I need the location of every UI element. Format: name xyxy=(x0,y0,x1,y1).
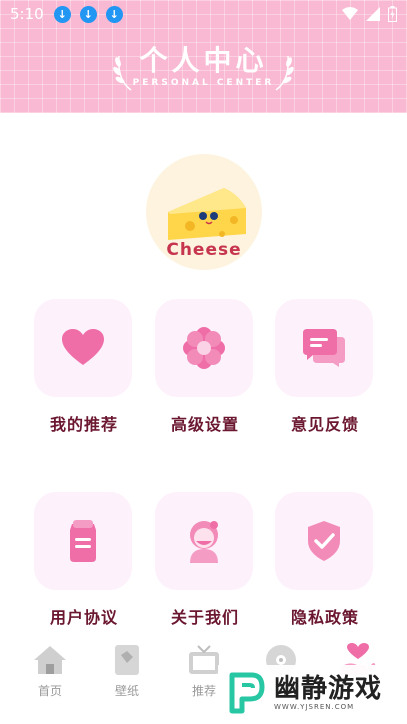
nav-label: 壁纸 xyxy=(114,684,139,698)
menu-item-label: 关于我们 xyxy=(170,608,239,627)
avatar[interactable]: Cheese xyxy=(146,154,262,270)
watermark-url: WWW.YJSREN.COM xyxy=(274,703,355,711)
download-icon: ↓ xyxy=(53,5,71,23)
menu-card[interactable] xyxy=(155,299,253,397)
signal-icon xyxy=(342,7,358,20)
shield-check-icon xyxy=(308,521,340,561)
menu-card[interactable] xyxy=(275,299,373,397)
menu-item-privacy-policy[interactable]: 隐私政策 xyxy=(275,492,375,628)
wallpaper-icon xyxy=(115,645,139,675)
menu-card[interactable] xyxy=(155,492,253,590)
menu-item-label: 隐私政策 xyxy=(290,608,359,627)
header: 5:10 ↓ ↓ ↓ 个人中心 PERSONAL CENTER xyxy=(0,0,407,113)
nav-item-wallpaper[interactable]: 壁纸 xyxy=(92,640,162,699)
battery-icon xyxy=(388,6,397,22)
watermark-brand: 幽静游戏 xyxy=(274,674,383,704)
chat-bubbles-icon xyxy=(303,329,345,367)
avatar-label: Cheese xyxy=(166,240,242,260)
menu-item-label: 用户协议 xyxy=(49,608,118,627)
nav-label: 首页 xyxy=(37,684,62,698)
watermark-logo-icon xyxy=(229,672,265,714)
nav-item-home[interactable]: 首页 xyxy=(15,640,85,699)
menu-item-feedback[interactable]: 意见反馈 xyxy=(275,299,375,435)
status-time: 5:10 xyxy=(10,5,44,23)
page-title: 个人中心 xyxy=(139,44,268,77)
flower-icon xyxy=(183,327,225,369)
menu-item-about-us[interactable]: 关于我们 xyxy=(155,492,255,628)
tv-icon xyxy=(189,645,219,674)
girl-avatar-icon xyxy=(190,521,218,563)
menu-item-label: 高级设置 xyxy=(170,415,239,434)
page-subtitle: PERSONAL CENTER xyxy=(132,78,275,88)
menu-item-user-agreement[interactable]: 用户协议 xyxy=(34,492,134,628)
heart-icon xyxy=(62,329,104,365)
menu-item-label: 我的推荐 xyxy=(49,415,118,434)
menu-item-advanced-settings[interactable]: 高级设置 xyxy=(155,299,255,435)
document-icon xyxy=(70,520,96,562)
menu-item-label: 意见反馈 xyxy=(290,415,359,434)
download-icon: ↓ xyxy=(79,5,97,23)
menu-item-recommend[interactable]: 我的推荐 xyxy=(34,299,134,435)
menu-card[interactable] xyxy=(34,299,132,397)
menu-card[interactable] xyxy=(275,492,373,590)
watermark: 幽静游戏 WWW.YJSREN.COM xyxy=(218,665,404,721)
menu-card[interactable] xyxy=(34,492,132,590)
status-bar: 5:10 ↓ ↓ ↓ xyxy=(0,0,407,28)
cell-signal-icon xyxy=(366,7,380,21)
home-icon xyxy=(34,646,66,674)
download-icon: ↓ xyxy=(105,5,123,23)
page-title-block: 个人中心 PERSONAL CENTER xyxy=(0,44,407,89)
